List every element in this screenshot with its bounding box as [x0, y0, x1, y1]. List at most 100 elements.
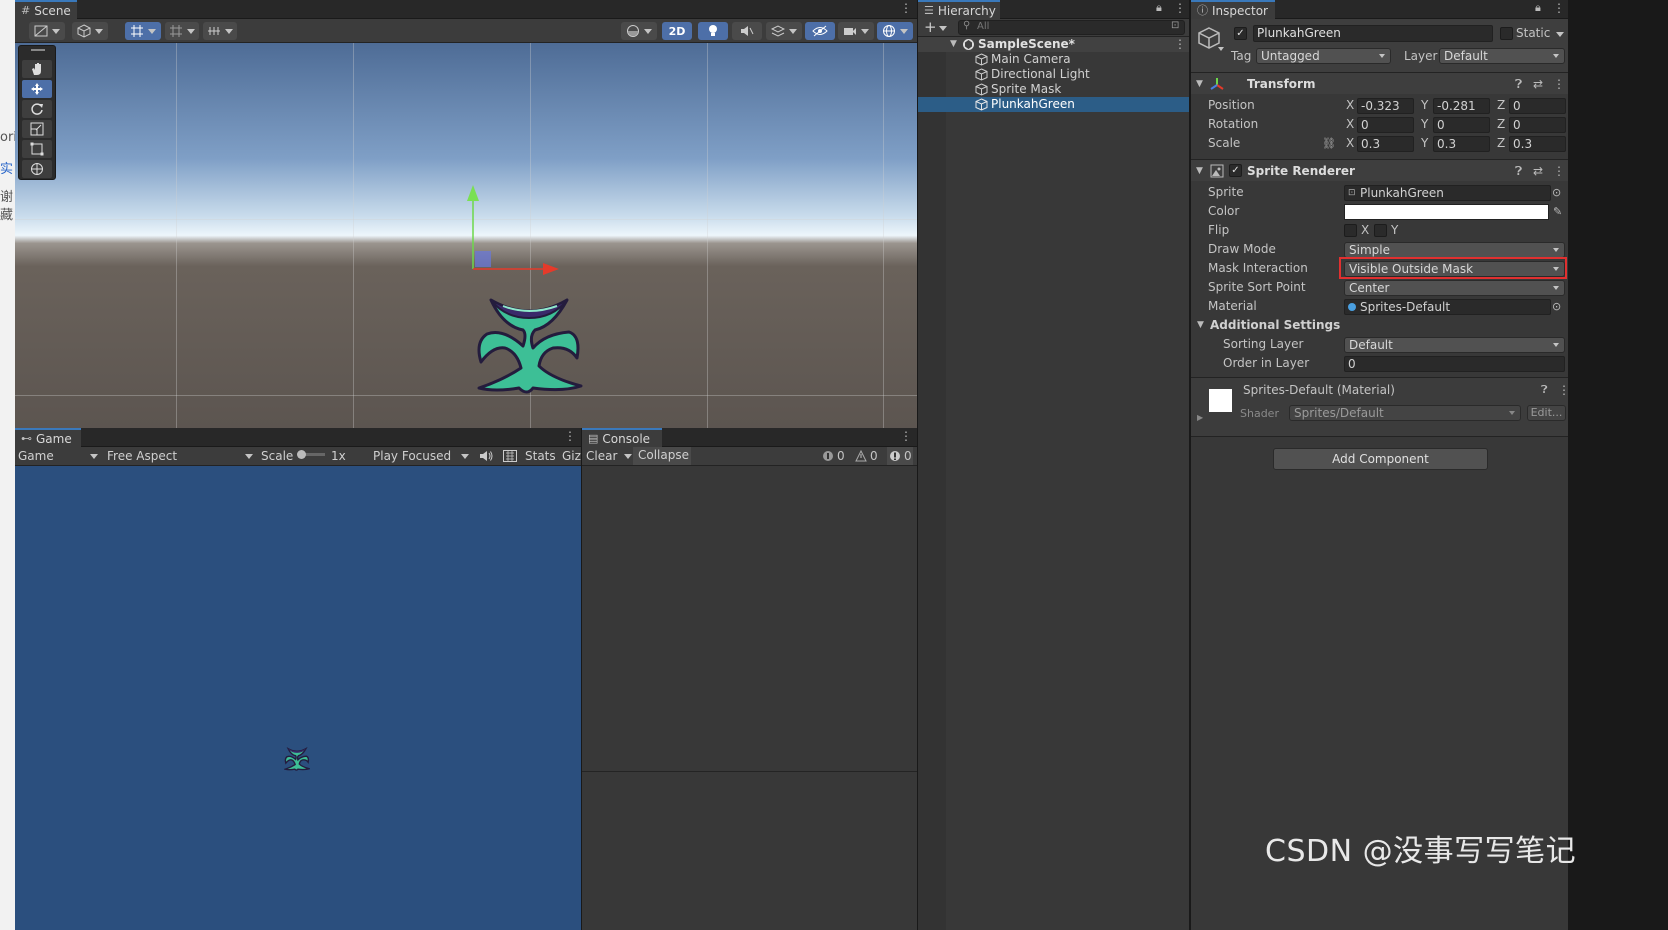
flip-x-checkbox[interactable] — [1344, 224, 1357, 237]
sprite-renderer-enabled-checkbox[interactable]: ✓ — [1229, 164, 1242, 177]
scale-tool-button[interactable] — [22, 120, 52, 138]
layer-dropdown[interactable]: Default — [1439, 48, 1565, 64]
toggle-2d-button[interactable]: 2D — [662, 22, 692, 40]
create-dropdown-arrow[interactable] — [939, 26, 947, 31]
clear-options-arrow[interactable] — [624, 454, 632, 459]
static-dropdown-arrow[interactable] — [1556, 32, 1564, 37]
icon-dropdown-arrow[interactable] — [1218, 47, 1224, 51]
scale-y-field[interactable]: 0.3 — [1433, 136, 1490, 152]
hand-tool-button[interactable] — [22, 60, 52, 78]
stats-button[interactable]: Stats — [525, 448, 556, 464]
foldout-arrow-icon[interactable]: ▼ — [1196, 160, 1203, 182]
rotation-z-field[interactable]: 0 — [1509, 117, 1566, 133]
foldout-arrow-icon[interactable]: ▼ — [1197, 316, 1204, 335]
draw-mode-dropdown[interactable]: Simple — [1344, 242, 1565, 258]
preset-icon[interactable]: ⇄ — [1533, 73, 1543, 95]
hierarchy-item-plunkahgreen[interactable]: PlunkahGreen — [918, 97, 1189, 112]
tab-scene[interactable]: # Scene — [15, 0, 77, 19]
mask-interaction-dropdown[interactable]: Visible Outside Mask — [1344, 261, 1565, 277]
hierarchy-item-main-camera[interactable]: Main Camera — [918, 52, 1189, 67]
game-viewport[interactable] — [15, 466, 581, 930]
component-menu-icon[interactable]: ⋮ — [1553, 160, 1565, 182]
aspect-dropdown[interactable]: Free Aspect — [107, 448, 253, 464]
rotation-y-field[interactable]: 0 — [1433, 117, 1490, 133]
add-component-button[interactable]: Add Component — [1273, 448, 1488, 470]
move-gizmo[interactable] — [455, 183, 585, 278]
create-plus-icon[interactable]: + — [924, 18, 937, 36]
inspector-lock-icon[interactable]: 🔒︎ — [1535, 1, 1541, 15]
sprite-field[interactable]: ⊡ PlunkahGreen — [1344, 185, 1551, 201]
scale-slider-thumb[interactable] — [297, 450, 306, 459]
move-tool-button[interactable] — [22, 80, 52, 98]
warning-filter-toggle[interactable]: 0 — [855, 448, 878, 464]
help-icon[interactable]: ❓︎ — [1541, 383, 1548, 397]
plunkah-green-sprite[interactable] — [473, 296, 585, 401]
tab-game[interactable]: ⊷ Game — [15, 428, 81, 447]
clear-button[interactable]: Clear — [586, 448, 617, 464]
log-filter-toggle[interactable]: 0 — [822, 448, 845, 464]
scene-menu-icon[interactable]: ⋮ — [900, 1, 912, 15]
speaker-icon[interactable] — [479, 450, 493, 462]
position-x-field[interactable]: -0.323 — [1357, 98, 1414, 114]
component-menu-icon[interactable]: ⋮ — [1553, 73, 1565, 95]
sprite-renderer-header[interactable]: ▼ ✓ Sprite Renderer ❓︎ ⇄ ⋮ — [1191, 159, 1568, 181]
foldout-arrow-icon[interactable]: ▼ — [1196, 73, 1203, 95]
flip-y-checkbox[interactable] — [1374, 224, 1387, 237]
eyedropper-icon[interactable]: ✎ — [1553, 202, 1562, 221]
order-in-layer-field[interactable]: 0 — [1344, 356, 1565, 372]
game-menu-icon[interactable]: ⋮ — [564, 429, 576, 443]
position-y-field[interactable]: -0.281 — [1433, 98, 1490, 114]
help-icon[interactable]: ❓︎ — [1515, 160, 1522, 182]
material-foldout-arrow-icon[interactable]: ▶ — [1197, 413, 1203, 422]
drag-handle[interactable] — [31, 49, 45, 51]
transform-tool-button[interactable] — [22, 160, 52, 178]
audio-toggle-button[interactable] — [732, 22, 762, 40]
object-picker-icon[interactable]: ⊙ — [1552, 183, 1561, 202]
console-log-area[interactable] — [582, 466, 917, 930]
grid-snap-button[interactable] — [125, 22, 161, 40]
rect-tool-button[interactable] — [22, 140, 52, 158]
scale-x-field[interactable]: 0.3 — [1357, 136, 1414, 152]
transform-header[interactable]: ▼ Transform ❓︎ ⇄ ⋮ — [1191, 72, 1568, 94]
sprite-sort-point-dropdown[interactable]: Center — [1344, 280, 1565, 296]
draw-mode-button[interactable] — [29, 22, 65, 40]
rotation-x-field[interactable]: 0 — [1357, 117, 1414, 133]
shading-mode-button[interactable] — [621, 22, 657, 40]
play-mode-dropdown[interactable]: Play Focused — [373, 448, 469, 464]
hierarchy-item-sprite-mask[interactable]: Sprite Mask — [918, 82, 1189, 97]
render-cube-button[interactable] — [72, 22, 108, 40]
snap-increment-button[interactable] — [165, 22, 199, 40]
shader-edit-button[interactable]: Edit... — [1527, 405, 1566, 421]
static-checkbox[interactable] — [1500, 27, 1513, 40]
tab-console[interactable]: ▤ Console — [582, 428, 662, 447]
console-splitter[interactable] — [582, 771, 917, 772]
keyboard-icon[interactable] — [503, 450, 517, 462]
camera-settings-button[interactable] — [838, 22, 874, 40]
lighting-toggle-button[interactable] — [698, 22, 728, 40]
display-dropdown[interactable]: Game — [18, 448, 98, 464]
rotate-tool-button[interactable] — [22, 100, 52, 118]
material-field[interactable]: Sprites-Default — [1344, 299, 1551, 315]
search-options-icon[interactable]: ⊡ — [1171, 20, 1179, 31]
sorting-layer-dropdown[interactable]: Default — [1344, 337, 1565, 353]
gizmos-button[interactable] — [877, 22, 913, 40]
collapse-button[interactable]: Collapse — [633, 447, 691, 465]
shader-dropdown[interactable]: Sprites/Default — [1289, 405, 1521, 421]
lock-icon[interactable]: 🔒︎ — [1156, 1, 1162, 15]
expand-arrow-icon[interactable]: ▼ — [950, 37, 957, 52]
inspector-menu-icon[interactable]: ⋮ — [1553, 1, 1565, 15]
preset-icon[interactable]: ⇄ — [1533, 160, 1543, 182]
tab-hierarchy[interactable]: ☰ Hierarchy — [918, 0, 1000, 19]
tab-inspector[interactable]: ⓘ Inspector — [1191, 0, 1275, 19]
color-swatch[interactable] — [1344, 204, 1549, 220]
component-menu-icon[interactable]: ⋮ — [1558, 383, 1570, 397]
hierarchy-menu-icon[interactable]: ⋮ — [1174, 1, 1186, 15]
increment-snap-button[interactable] — [203, 22, 237, 40]
active-checkbox[interactable]: ✓ — [1234, 27, 1247, 40]
scene-row[interactable]: ▼ SampleScene* ⋮ — [918, 37, 1189, 52]
help-icon[interactable]: ❓︎ — [1515, 73, 1522, 95]
error-filter-toggle[interactable]: 0 — [887, 447, 913, 465]
scale-z-field[interactable]: 0.3 — [1509, 136, 1566, 152]
hierarchy-search-input[interactable]: ⚲ All ⊡ — [958, 20, 1185, 35]
scene-viewport[interactable] — [15, 43, 917, 428]
